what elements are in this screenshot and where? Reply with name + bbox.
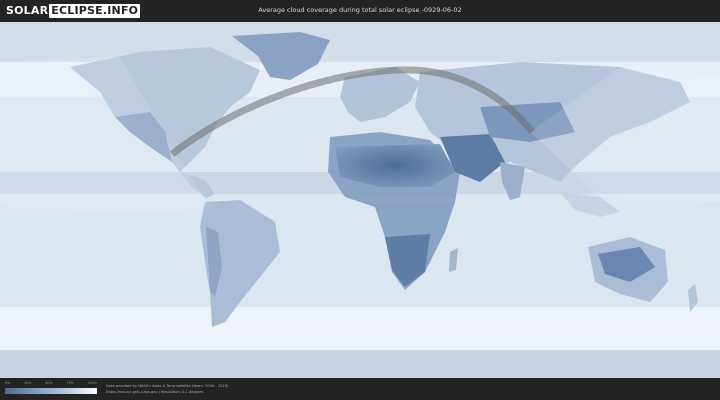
legend-tick-100: 100% (87, 381, 97, 385)
legend-tick-0: 0% (5, 381, 11, 385)
data-source-link[interactable]: https://neo.sci.gsfc.nasa.gov | Resoluti… (106, 390, 203, 395)
site-logo[interactable]: SOLAR ECLIPSE.INFO (6, 4, 141, 18)
legend-tick-50: 50% (45, 381, 53, 385)
antarctica (0, 350, 720, 378)
arctic-cloud-band (0, 22, 720, 62)
legend-tick-25: 25% (24, 381, 32, 385)
legend-tick-labels: 0% 25% 50% 75% 100% (5, 381, 97, 387)
logo-text-solar: SOLAR (6, 4, 49, 17)
legend-tick-75: 75% (66, 381, 74, 385)
cloud-coverage-map (0, 22, 720, 378)
cloud-coverage-legend-bar (5, 388, 97, 394)
footer-bar (0, 378, 720, 400)
map-title: Average cloud coverage during total sola… (258, 6, 462, 14)
logo-text-eclipse-info: ECLIPSE.INFO (49, 4, 141, 18)
header-bar: SOLAR ECLIPSE.INFO Average cloud coverag… (0, 0, 720, 22)
data-credit-line: Data provided by NASA's Aqua & Terra sat… (106, 384, 229, 388)
southern-ocean-cloud-band (0, 307, 720, 352)
